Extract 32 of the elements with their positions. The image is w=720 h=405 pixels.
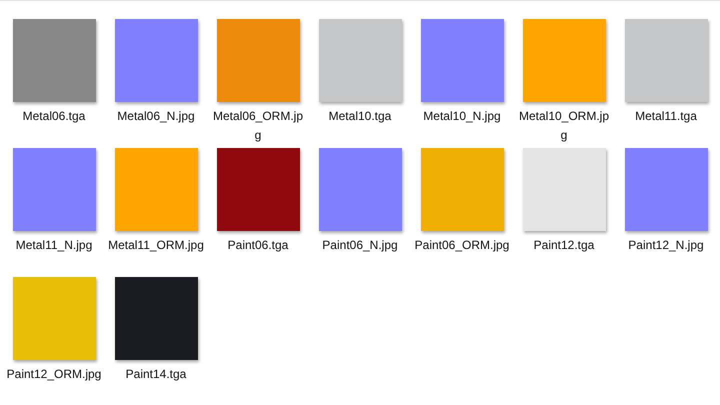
texture-thumbnail[interactable] — [114, 148, 198, 231]
file-name[interactable]: Metal11.tga — [618, 107, 714, 126]
file-name[interactable]: Metal06_ORM.jpg — [210, 107, 306, 145]
texture-thumbnail[interactable] — [318, 19, 402, 102]
texture-thumbnail[interactable] — [624, 19, 708, 102]
texture-thumbnail[interactable] — [420, 148, 504, 231]
file-name[interactable]: Metal11_ORM.jpg — [108, 236, 204, 255]
file-name[interactable]: Paint12_N.jpg — [618, 236, 714, 255]
file-name[interactable]: Metal06_N.jpg — [108, 107, 204, 126]
texture-thumbnail[interactable] — [114, 277, 198, 360]
file-name[interactable]: Metal10_ORM.jpg — [516, 107, 612, 145]
texture-thumbnail[interactable] — [216, 19, 300, 102]
texture-thumbnail[interactable] — [12, 277, 96, 360]
file-name[interactable]: Metal06.tga — [6, 107, 102, 126]
texture-thumbnail[interactable] — [12, 19, 96, 102]
file-name[interactable]: Metal10_N.jpg — [414, 107, 510, 126]
texture-thumbnail[interactable] — [12, 148, 96, 231]
file-name[interactable]: Metal11_N.jpg — [6, 236, 102, 255]
texture-thumbnail[interactable] — [216, 148, 300, 231]
file-name[interactable]: Metal10.tga — [312, 107, 408, 126]
texture-thumbnail[interactable] — [522, 148, 606, 231]
file-name[interactable]: Paint06.tga — [210, 236, 306, 255]
file-name[interactable]: Paint12_ORM.jpg — [6, 365, 102, 384]
file-name[interactable]: Paint06_N.jpg — [312, 236, 408, 255]
texture-thumbnail[interactable] — [522, 19, 606, 102]
texture-thumbnail[interactable] — [420, 19, 504, 102]
texture-thumbnail[interactable] — [318, 148, 402, 231]
file-name[interactable]: Paint14.tga — [108, 365, 204, 384]
file-name[interactable]: Paint12.tga — [516, 236, 612, 255]
file-name[interactable]: Paint06_ORM.jpg — [414, 236, 510, 255]
texture-thumbnail[interactable] — [624, 148, 708, 231]
texture-thumbnail[interactable] — [114, 19, 198, 102]
